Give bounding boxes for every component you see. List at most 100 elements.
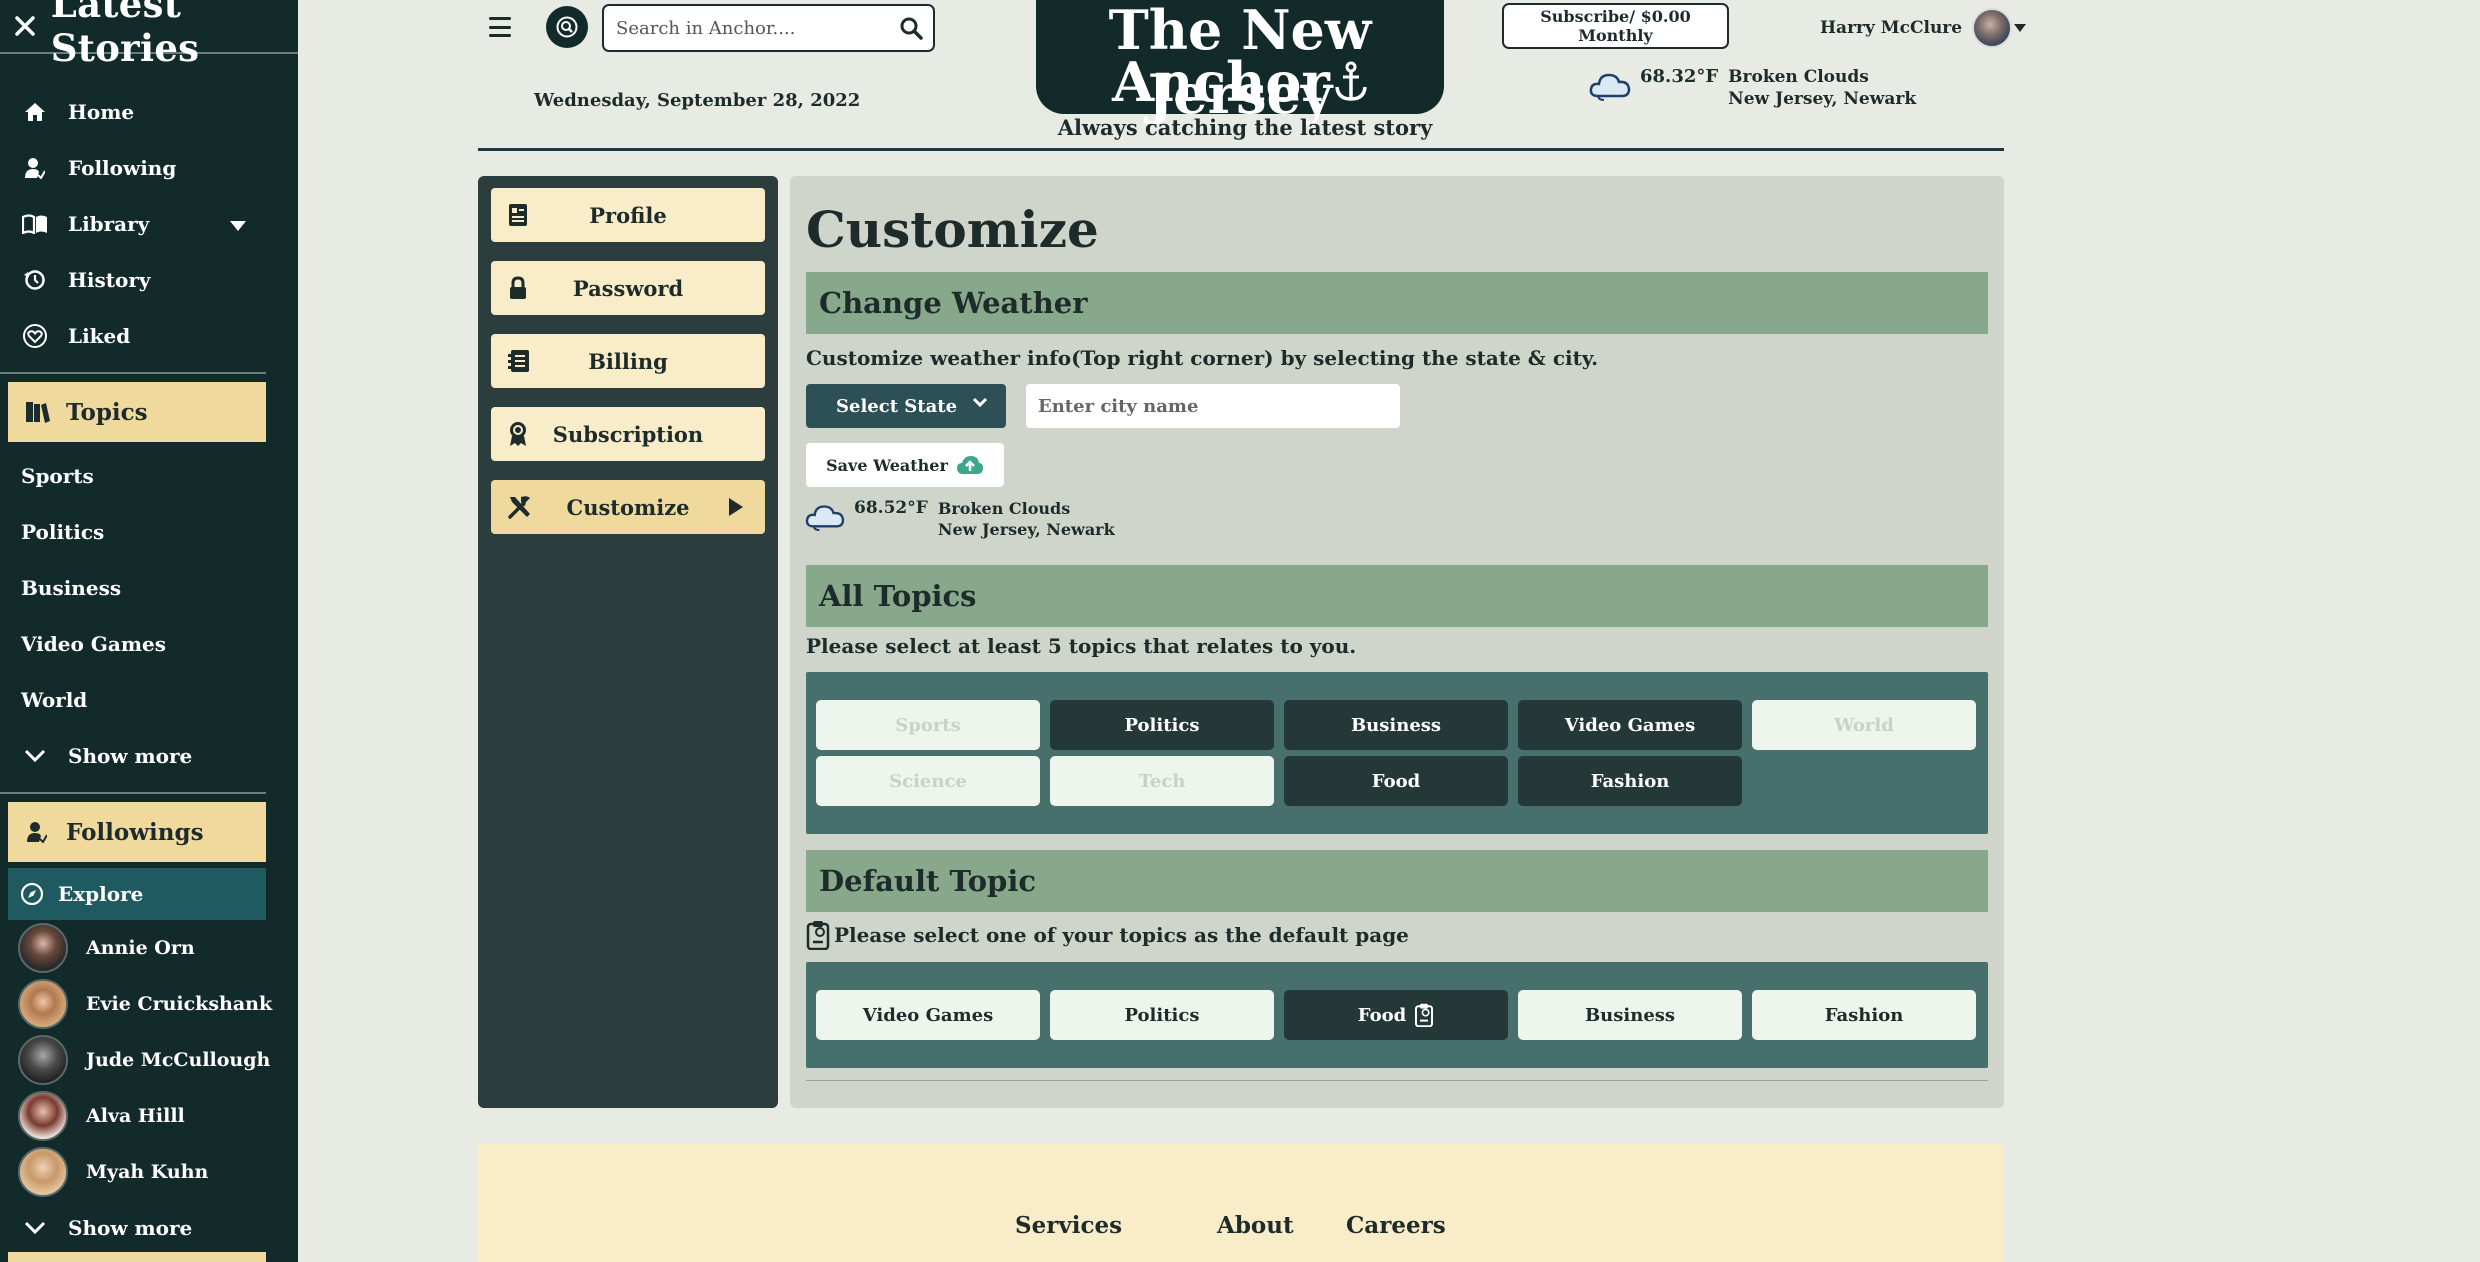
topic-chip-politics[interactable]: Politics: [1050, 700, 1274, 750]
sidebar-topic-business[interactable]: Business: [0, 560, 298, 616]
save-weather-button[interactable]: Save Weather: [806, 443, 1004, 487]
masthead-line-2: Anchor: [1036, 50, 1444, 114]
settings-password-button[interactable]: Password: [491, 261, 765, 315]
avatar: [18, 1147, 68, 1197]
sidebar-topic-sports[interactable]: Sports: [0, 448, 298, 504]
award-icon: [507, 421, 529, 447]
show-more-label: Show more: [68, 744, 193, 768]
menu-button[interactable]: [485, 14, 515, 40]
chevron-down-icon: [972, 397, 988, 409]
home-icon: [22, 99, 48, 125]
menu-icon-bar: [489, 34, 511, 37]
billing-icon: [507, 349, 533, 373]
close-sidebar-button[interactable]: [0, 0, 51, 53]
settings-billing-button[interactable]: Billing: [491, 334, 765, 388]
settings-customize-button[interactable]: Customize: [491, 480, 765, 534]
following-evie-cruickshank[interactable]: Evie Cruickshank: [0, 976, 298, 1032]
caret-down-icon: [2014, 24, 2027, 32]
weather-widget: 68.32°F Broken Clouds New Jersey, Newark: [1588, 66, 1916, 110]
footer: Services About Careers: [478, 1144, 2004, 1262]
sidebar-item-liked[interactable]: Liked: [0, 308, 298, 364]
sidebar-topic-politics[interactable]: Politics: [0, 504, 298, 560]
sidebar-item-history[interactable]: History: [0, 252, 298, 308]
topic-chip-business[interactable]: Business: [1284, 700, 1508, 750]
user-menu[interactable]: Harry McClure: [1820, 8, 2027, 48]
default-chip-food[interactable]: Food: [1284, 990, 1508, 1040]
city-input[interactable]: [1026, 384, 1400, 428]
search-input[interactable]: [616, 17, 886, 39]
topic-chip-world[interactable]: World: [1752, 700, 1976, 750]
following-annie-orn[interactable]: Annie Orn: [0, 920, 298, 976]
site-logo[interactable]: The New Jersey Anchor: [1036, 0, 1444, 126]
weather-description: Broken Clouds New Jersey, Newark: [1728, 66, 1916, 110]
followings-header[interactable]: Followings: [8, 802, 266, 862]
state-select[interactable]: Select State: [806, 384, 1006, 428]
following-name: Alva Hilll: [86, 1105, 185, 1127]
avatar: [18, 979, 68, 1029]
customize-panel: Customize Change Weather Customize weath…: [790, 176, 2004, 1108]
topic-chip-video-games[interactable]: Video Games: [1518, 700, 1742, 750]
default-chip-fashion[interactable]: Fashion: [1752, 990, 1976, 1040]
avatar: [18, 923, 68, 973]
weather-description: Broken Clouds New Jersey, Newark: [938, 498, 1115, 540]
search-toggle-button[interactable]: [546, 6, 588, 48]
save-weather-label: Save Weather: [826, 455, 948, 475]
explore-button[interactable]: Explore: [8, 868, 266, 920]
default-chip-video-games[interactable]: Video Games: [816, 990, 1040, 1040]
search-icon: [556, 16, 578, 38]
sidebar-item-following[interactable]: Following: [0, 140, 298, 196]
settings-nav-label: Subscription: [552, 421, 704, 447]
profile-icon: [507, 203, 529, 227]
caret-right-icon: [729, 498, 743, 516]
search-icon[interactable]: [899, 16, 923, 40]
topics-header[interactable]: Topics: [8, 382, 266, 442]
following-myah-kuhn[interactable]: Myah Kuhn: [0, 1144, 298, 1200]
footer-link-careers[interactable]: Careers: [1346, 1212, 1446, 1239]
topic-chip-sports[interactable]: Sports: [816, 700, 1040, 750]
topics-header-label: Topics: [66, 398, 148, 426]
following-icon: [22, 817, 52, 847]
following-alva-hilll[interactable]: Alva Hilll: [0, 1088, 298, 1144]
sidebar-item-label: Library: [68, 212, 150, 236]
settings-nav-label: Password: [572, 275, 684, 301]
chevron-down-icon[interactable]: [230, 212, 246, 236]
topic-chip-tech[interactable]: Tech: [1050, 756, 1274, 806]
weather-location: New Jersey, Newark: [937, 520, 1115, 539]
sidebar-bottom-section[interactable]: [8, 1252, 266, 1262]
books-icon: [22, 397, 52, 427]
subscribe-button[interactable]: Subscribe/ $0.00 Monthly: [1502, 3, 1729, 49]
sidebar-topic-world[interactable]: World: [0, 672, 298, 728]
settings-nav: Profile Password Billing Subscription Cu…: [478, 176, 778, 1108]
following-jude-mccullough[interactable]: Jude McCullough: [0, 1032, 298, 1088]
show-more-topics[interactable]: Show more: [0, 728, 298, 784]
default-chip-business[interactable]: Business: [1518, 990, 1742, 1040]
default-chip-politics[interactable]: Politics: [1050, 990, 1274, 1040]
menu-icon-bar: [489, 25, 511, 29]
weather-location: New Jersey, Newark: [1728, 89, 1917, 109]
clipboard-icon: [1414, 1003, 1434, 1027]
settings-nav-label: Billing: [588, 348, 668, 374]
settings-subscription-button[interactable]: Subscription: [491, 407, 765, 461]
following-name: Evie Cruickshank: [86, 993, 273, 1015]
divider: [0, 792, 266, 794]
topic-chip-fashion[interactable]: Fashion: [1518, 756, 1742, 806]
footer-link-services[interactable]: Services: [1015, 1212, 1122, 1239]
sidebar-item-label: Home: [68, 100, 135, 124]
clipboard-icon: [806, 921, 830, 950]
lock-icon: [507, 276, 529, 300]
sidebar-item-label: Liked: [68, 324, 131, 348]
library-icon: [22, 211, 48, 237]
topic-chip-science[interactable]: Science: [816, 756, 1040, 806]
settings-profile-button[interactable]: Profile: [491, 188, 765, 242]
sidebar-item-library[interactable]: Library: [0, 196, 298, 252]
default-topic-instructions: Please select one of your topics as the …: [806, 920, 1409, 950]
sidebar-topic-video-games[interactable]: Video Games: [0, 616, 298, 672]
followings-header-label: Followings: [66, 818, 204, 846]
show-more-followings[interactable]: Show more: [0, 1200, 298, 1256]
divider: [0, 372, 266, 374]
user-name: Harry McClure: [1820, 18, 1963, 38]
sidebar-item-home[interactable]: Home: [0, 84, 298, 140]
footer-link-about[interactable]: About: [1217, 1212, 1294, 1239]
topic-chip-food[interactable]: Food: [1284, 756, 1508, 806]
page-title: Customize: [806, 200, 1099, 259]
